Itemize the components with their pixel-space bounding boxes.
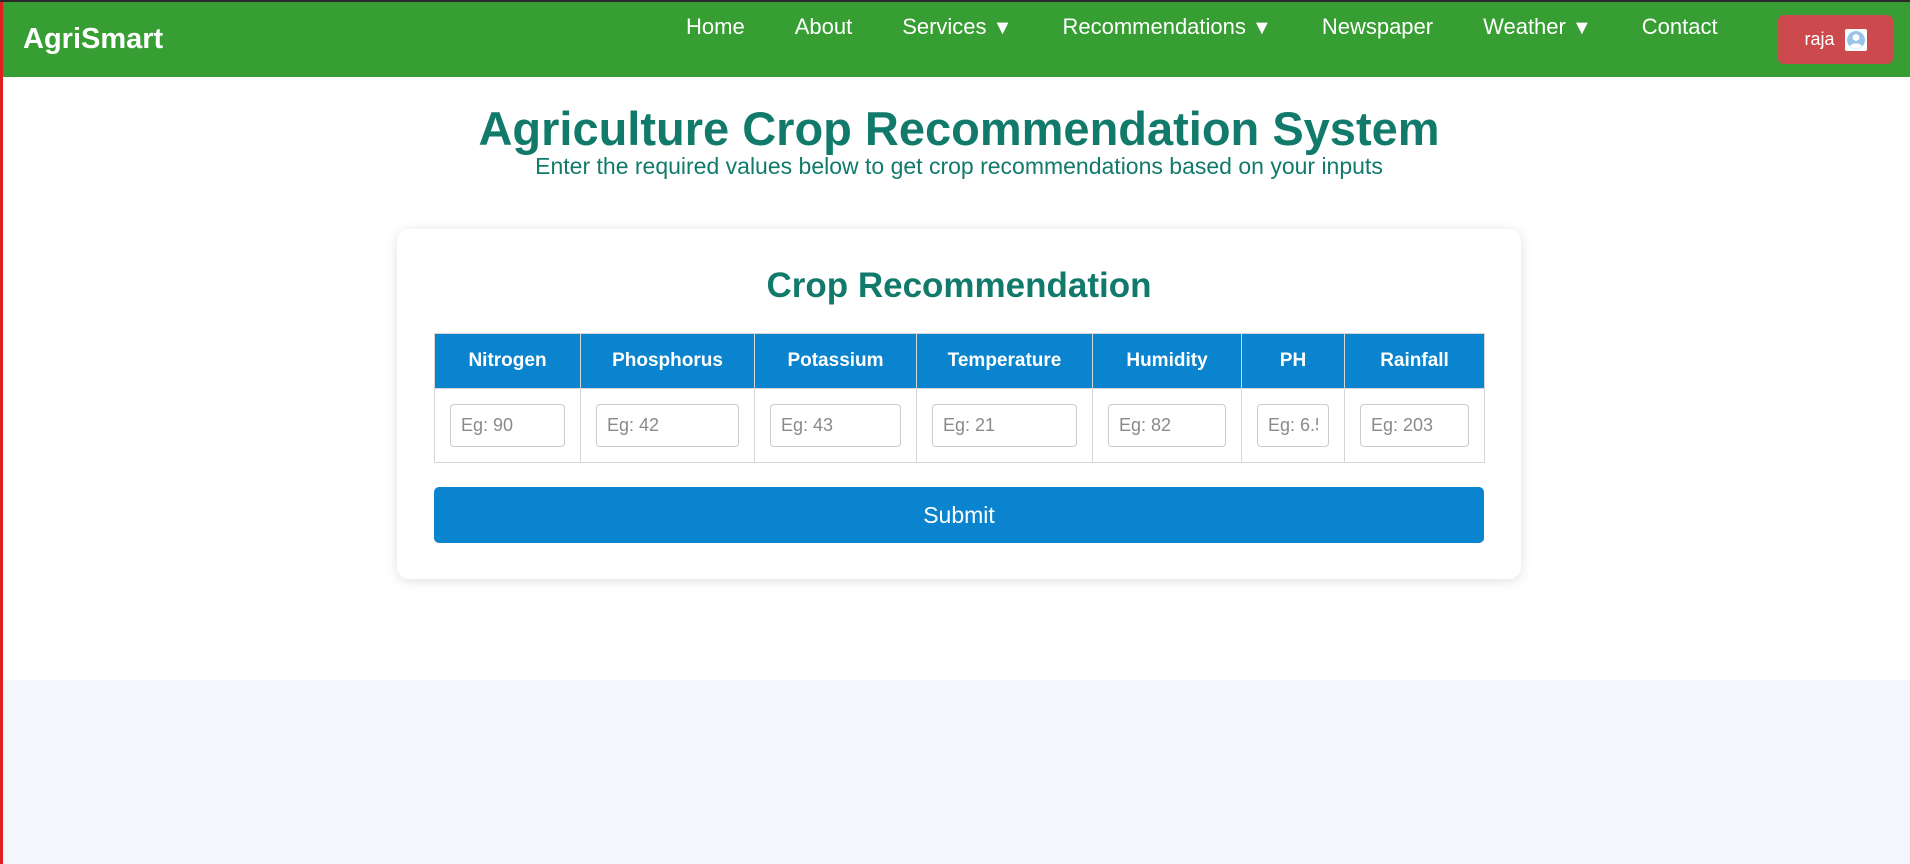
ph-input[interactable]: [1257, 404, 1329, 447]
window-top-edge: [0, 0, 1910, 2]
nav-link-label: Services: [902, 14, 987, 39]
rainfall-input[interactable]: [1360, 404, 1469, 447]
column-header-temperature: Temperature: [916, 333, 1093, 389]
phosphorus-input[interactable]: [596, 404, 739, 447]
dropdown-caret-icon: ▼: [1571, 17, 1592, 39]
nav-link-label: Recommendations: [1062, 14, 1246, 39]
nav-link-services[interactable]: Services ▼: [902, 12, 1012, 43]
user-menu-button[interactable]: raja: [1778, 15, 1893, 64]
column-header-rainfall: Rainfall: [1344, 333, 1485, 389]
card-title: Crop Recommendation: [766, 266, 1152, 305]
humidity-input[interactable]: [1108, 404, 1226, 447]
submit-button[interactable]: Submit: [434, 487, 1484, 543]
column-header-humidity: Humidity: [1092, 333, 1242, 389]
potassium-input[interactable]: [770, 404, 901, 447]
column-header-phosphorus: Phosphorus: [580, 333, 755, 389]
table-header-row: Nitrogen Phosphorus Potassium Temperatur…: [434, 333, 1485, 389]
table-cell: [754, 388, 917, 463]
nav-link-about[interactable]: About: [795, 12, 853, 43]
user-name: raja: [1804, 29, 1835, 49]
page-title: Agriculture Crop Recommendation System: [478, 102, 1440, 155]
column-header-ph: PH: [1241, 333, 1345, 389]
page-subtitle: Enter the required values below to get c…: [535, 153, 1383, 179]
window-left-edge: [0, 0, 3, 864]
soil-parameters-table: Nitrogen Phosphorus Potassium Temperatur…: [434, 333, 1485, 463]
table-input-row: [434, 388, 1485, 463]
column-header-potassium: Potassium: [754, 333, 917, 389]
table-cell: [580, 388, 755, 463]
dropdown-caret-icon: ▼: [992, 17, 1013, 39]
table-cell: [434, 388, 581, 463]
nav-link-weather[interactable]: Weather ▼: [1483, 12, 1592, 43]
table-cell: [916, 388, 1093, 463]
nitrogen-input[interactable]: [450, 404, 565, 447]
dropdown-caret-icon: ▼: [1252, 17, 1272, 39]
nav-link-home[interactable]: Home: [686, 12, 745, 43]
nav-link-label: Weather: [1483, 14, 1566, 39]
user-avatar-icon: [1844, 28, 1867, 51]
nav-link-contact[interactable]: Contact: [1642, 12, 1718, 43]
nav-link-label: Newspaper: [1321, 14, 1434, 39]
nav-links: Home About Services ▼ Recommendations ▼ …: [686, 12, 1718, 43]
brand-logo[interactable]: AgriSmart: [23, 21, 163, 57]
crop-recommendation-card: Crop Recommendation Nitrogen Phosphorus …: [397, 229, 1521, 579]
nav-link-recommendations[interactable]: Recommendations ▼: [1062, 12, 1271, 43]
temperature-input[interactable]: [932, 404, 1077, 447]
nav-link-label: About: [794, 14, 853, 39]
nav-link-newspaper[interactable]: Newspaper: [1322, 12, 1433, 43]
table-cell: [1092, 388, 1242, 463]
nav-link-label: Home: [686, 14, 745, 39]
table-cell: [1241, 388, 1345, 463]
column-header-nitrogen: Nitrogen: [434, 333, 581, 389]
table-cell: [1344, 388, 1485, 463]
nav-link-label: Contact: [1641, 14, 1718, 39]
navbar: AgriSmart Home About Services ▼ Recommen…: [0, 0, 1910, 77]
